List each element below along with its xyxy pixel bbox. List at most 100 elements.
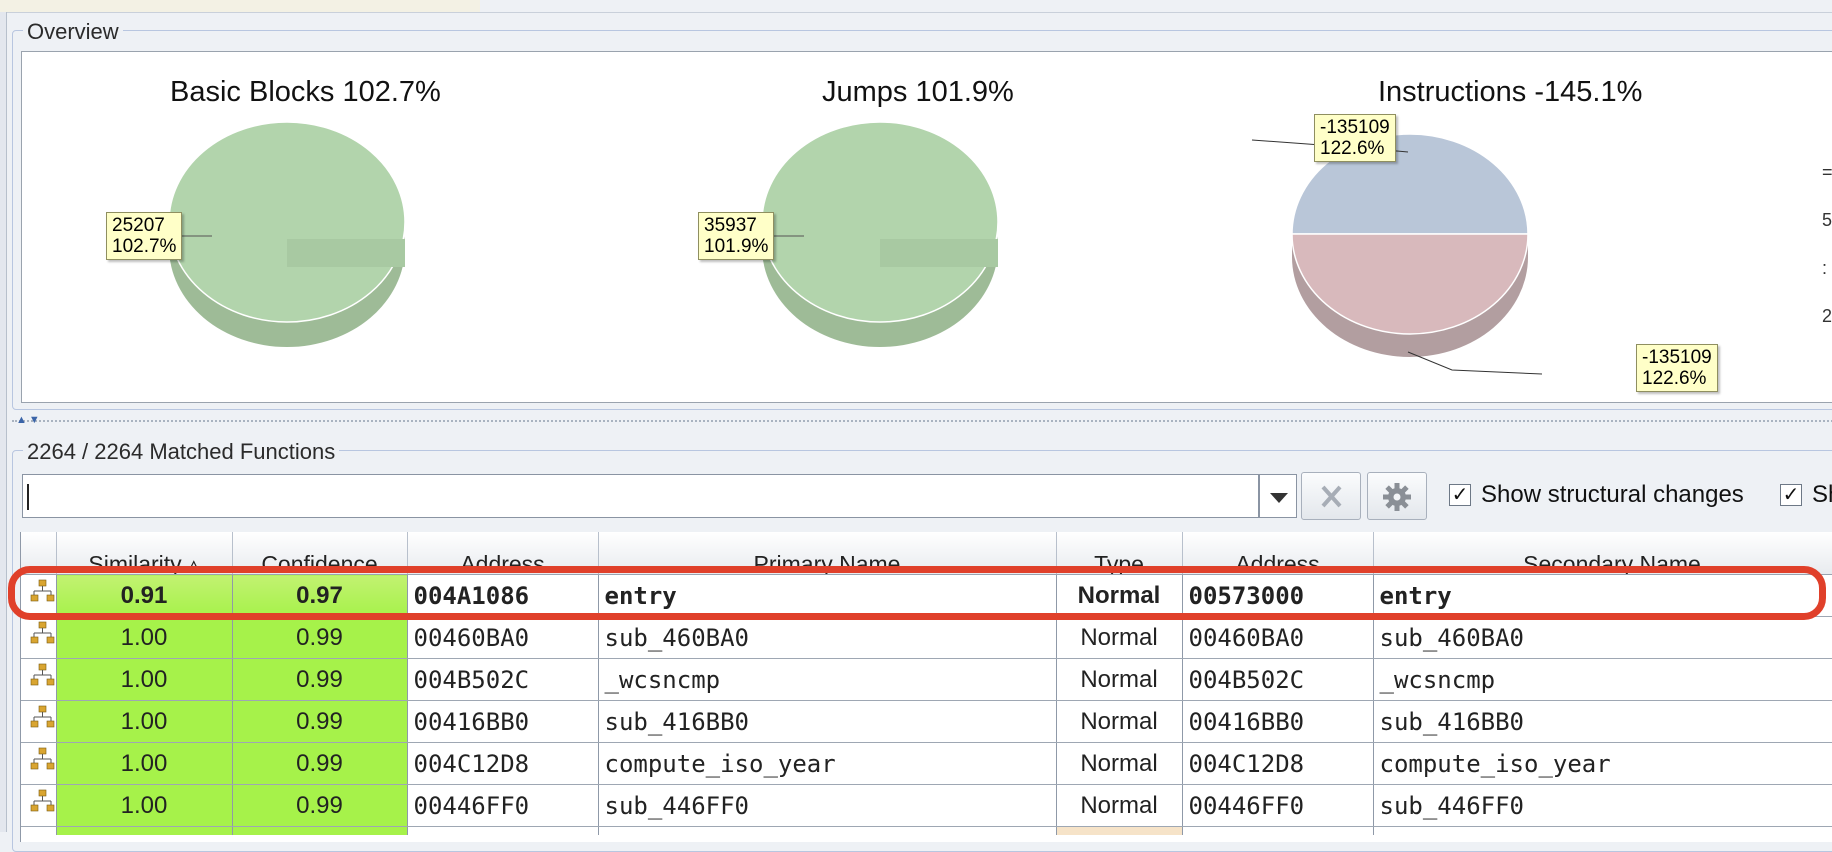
filter-dropdown-button[interactable]	[1259, 474, 1297, 518]
row-icon-cell[interactable]	[21, 574, 57, 617]
confidence-cell: 0.97	[232, 574, 408, 617]
col-header-secondary-name[interactable]: Secondary Name	[1373, 532, 1832, 575]
similarity-cell: 0.91	[56, 574, 233, 617]
clipped-axis-char: =	[1822, 162, 1832, 182]
col-header-confidence[interactable]: Confidence	[232, 532, 408, 575]
partial-cell	[1056, 826, 1183, 835]
primary-name-cell: compute_iso_year	[598, 742, 1057, 785]
table-row-partial[interactable]	[21, 826, 1832, 835]
table-row[interactable]: 1.00 0.99 00446FF0 sub_446FF0 Normal 004…	[21, 784, 1832, 827]
primary-address-cell: 00460BA0	[407, 616, 599, 659]
secondary-address-cell: 00460BA0	[1182, 616, 1374, 659]
primary-name-cell: sub_446FF0	[598, 784, 1057, 827]
row-icon-cell[interactable]	[21, 700, 57, 743]
secondary-name-cell: sub_446FF0	[1373, 784, 1832, 827]
pie-label-instructions-top: -135109 122.6%	[1314, 114, 1396, 162]
top-strip	[0, 0, 1832, 13]
table-row[interactable]: 1.00 0.99 004C12D8 compute_iso_year Norm…	[21, 742, 1832, 785]
partial-cell	[1182, 826, 1374, 835]
filter-input[interactable]	[22, 474, 1259, 518]
secondary-address-cell: 004B502C	[1182, 658, 1374, 701]
pie-jumps-top	[761, 121, 999, 323]
row-icon-cell[interactable]	[21, 742, 57, 785]
similarity-cell: 1.00	[56, 742, 233, 785]
pie-label-instructions-bottom: -135109 122.6%	[1636, 344, 1718, 392]
row-icon-cell[interactable]	[21, 616, 57, 659]
similarity-cell: 1.00	[56, 700, 233, 743]
partial-cell	[56, 826, 233, 835]
type-cell: Normal	[1056, 574, 1183, 617]
primary-name-cell: entry	[598, 574, 1057, 617]
secondary-address-cell: 00573000	[1182, 574, 1374, 617]
similarity-cell: 1.00	[56, 784, 233, 827]
splitter-dots	[12, 420, 1832, 422]
panel-splitter[interactable]: ▲▼	[12, 414, 1832, 428]
clipped-axis-char: 5	[1822, 210, 1832, 230]
col-header-type[interactable]: Type	[1056, 532, 1183, 575]
confidence-cell: 0.99	[232, 742, 408, 785]
close-icon	[1321, 485, 1342, 508]
function-graph-icon	[30, 663, 55, 686]
matched-functions-table: Similarity ▵ Confidence Address Primary …	[20, 532, 1832, 842]
row-icon-cell[interactable]	[21, 658, 57, 701]
pie-label-basic-blocks: 25207 102.7%	[106, 212, 183, 260]
splitter-arrows-icon[interactable]: ▲▼	[16, 414, 42, 426]
primary-address-cell: 00446FF0	[407, 784, 599, 827]
primary-address-cell: 004B502C	[407, 658, 599, 701]
chevron-down-icon	[1270, 493, 1288, 503]
pie-jumps-sliver	[880, 239, 998, 267]
function-graph-icon	[30, 621, 55, 644]
similarity-cell: 1.00	[56, 658, 233, 701]
overview-title: Overview	[23, 20, 123, 44]
primary-address-cell: 004C12D8	[407, 742, 599, 785]
show-structural-changes-checkbox[interactable]: ✓	[1449, 484, 1471, 506]
type-cell: Normal	[1056, 616, 1183, 659]
col-header-primary-name[interactable]: Primary Name	[598, 532, 1057, 575]
tab-remnant	[0, 0, 480, 12]
type-cell: Normal	[1056, 658, 1183, 701]
table-row[interactable]: 0.91 0.97 004A1086 entry Normal 00573000…	[21, 574, 1832, 617]
secondary-name-cell: entry	[1373, 574, 1832, 617]
second-option-checkbox[interactable]: ✓	[1780, 484, 1802, 506]
table-row[interactable]: 1.00 0.99 00416BB0 sub_416BB0 Normal 004…	[21, 700, 1832, 743]
partial-cell	[598, 826, 1057, 835]
col-header-icon[interactable]	[21, 532, 57, 575]
primary-address-cell: 004A1086	[407, 574, 599, 617]
partial-cell	[407, 826, 599, 835]
secondary-address-cell: 00446FF0	[1182, 784, 1374, 827]
table-row[interactable]: 1.00 0.99 00460BA0 sub_460BA0 Normal 004…	[21, 616, 1832, 659]
type-cell: Normal	[1056, 700, 1183, 743]
secondary-address-cell: 004C12D8	[1182, 742, 1374, 785]
second-option-label: Sh	[1812, 481, 1832, 508]
col-header-similarity[interactable]: Similarity ▵	[56, 532, 233, 575]
confidence-cell: 0.99	[232, 616, 408, 659]
pie-basic-blocks-sliver	[287, 239, 405, 267]
col-header-secondary-address[interactable]: Address	[1182, 532, 1374, 575]
settings-button[interactable]	[1367, 472, 1427, 520]
secondary-name-cell: sub_416BB0	[1373, 700, 1832, 743]
confidence-cell: 0.99	[232, 658, 408, 701]
row-icon-cell[interactable]	[21, 784, 57, 827]
clipped-axis-char: 2	[1822, 306, 1832, 326]
show-structural-changes-label: Show structural changes	[1481, 481, 1744, 508]
type-cell: Normal	[1056, 742, 1183, 785]
partial-cell	[232, 826, 408, 835]
secondary-address-cell: 00416BB0	[1182, 700, 1374, 743]
type-cell: Normal	[1056, 784, 1183, 827]
matched-functions-title: 2264 / 2264 Matched Functions	[23, 440, 340, 464]
primary-name-cell: sub_416BB0	[598, 700, 1057, 743]
left-edge-bar	[0, 12, 7, 832]
table-row[interactable]: 1.00 0.99 004B502C _wcsncmp Normal 004B5…	[21, 658, 1832, 701]
primary-address-cell: 00416BB0	[407, 700, 599, 743]
secondary-name-cell: sub_460BA0	[1373, 616, 1832, 659]
pie-label-jumps: 35937 101.9%	[698, 212, 775, 260]
similarity-cell: 1.00	[56, 616, 233, 659]
primary-name-cell: _wcsncmp	[598, 658, 1057, 701]
overview-chart-area: Basic Blocks 102.7% 25207 102.7% Jumps 1…	[21, 51, 1832, 403]
col-header-primary-address[interactable]: Address	[407, 532, 599, 575]
confidence-cell: 0.99	[232, 784, 408, 827]
partial-cell	[21, 826, 57, 835]
clear-filter-button[interactable]	[1301, 472, 1361, 520]
text-caret	[27, 484, 29, 510]
function-graph-icon	[30, 789, 55, 812]
